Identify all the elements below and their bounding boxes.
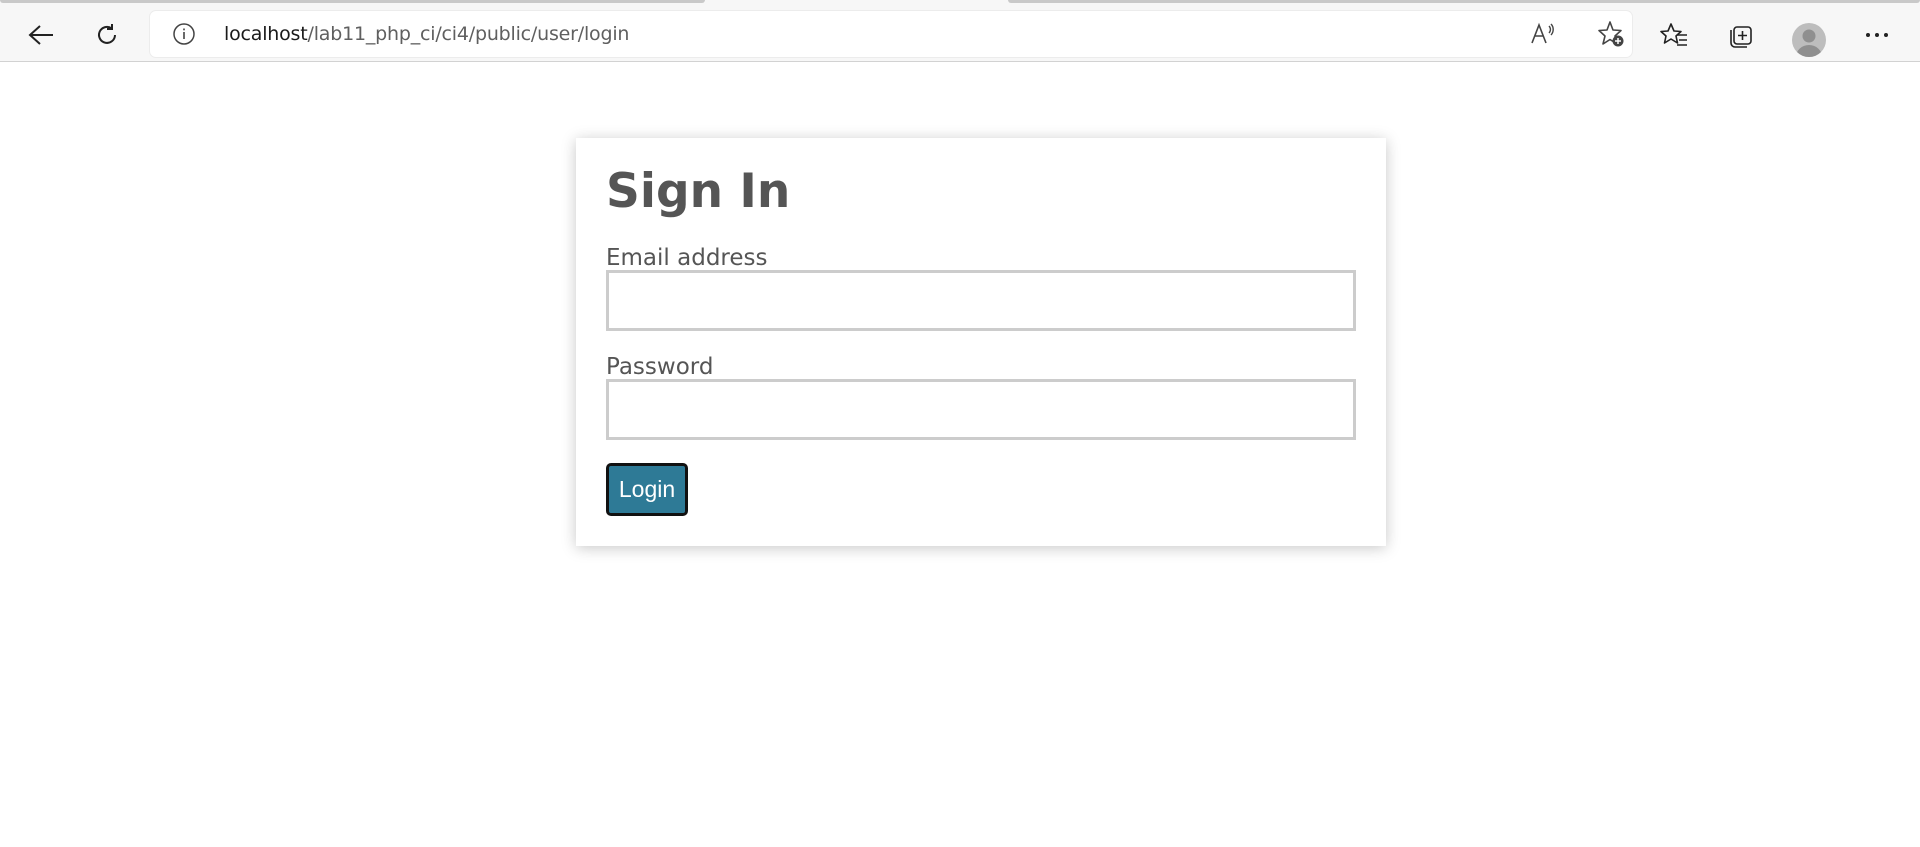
page-title: Sign In [606,164,791,219]
favorites-icon[interactable] [1654,15,1694,55]
tab-strip [0,0,1920,8]
collections-icon[interactable] [1720,15,1760,55]
password-field[interactable] [606,379,1356,440]
url-path: /lab11_php_ci/ci4/public/user/login [307,23,630,45]
browser-toolbar: localhost/lab11_php_ci/ci4/public/user/l… [0,8,1920,62]
email-label: Email address [606,245,768,271]
login-button[interactable]: Login [606,463,688,516]
back-arrow-icon[interactable] [21,15,61,55]
read-aloud-icon[interactable] [1528,20,1558,48]
profile-avatar[interactable] [1792,23,1826,57]
address-bar[interactable]: localhost/lab11_php_ci/ci4/public/user/l… [150,11,1632,57]
password-label: Password [606,354,714,380]
login-card: Sign In Email address Password Login [576,138,1386,546]
email-field[interactable] [606,270,1356,331]
add-favorite-icon[interactable] [1596,20,1626,48]
more-menu-icon[interactable] [1857,15,1897,55]
url-host: localhost [224,23,308,45]
tab-edge-right [1008,0,1920,3]
info-icon[interactable] [172,22,196,46]
tab-edge-left [0,0,705,3]
url-text[interactable]: localhost/lab11_php_ci/ci4/public/user/l… [224,23,629,45]
refresh-icon[interactable] [87,15,127,55]
